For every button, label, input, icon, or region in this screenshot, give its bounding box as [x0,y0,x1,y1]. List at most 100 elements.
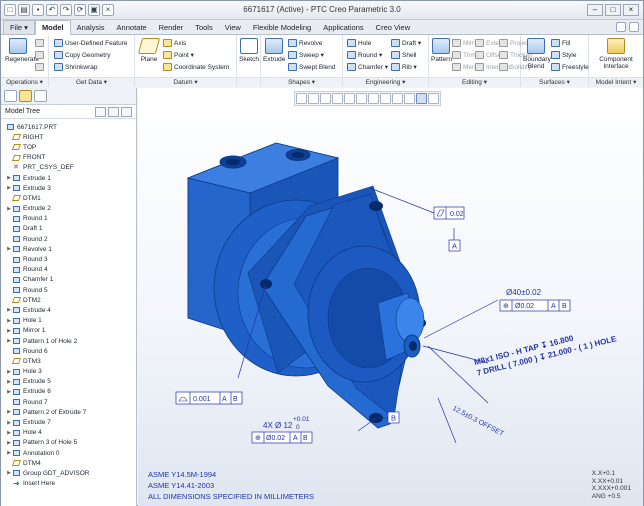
expand-arrow-icon[interactable]: ▶ [5,246,13,252]
editing-label[interactable]: Editing ▾ [429,77,520,87]
model-tree-tab-icon[interactable] [4,90,17,102]
shell-button[interactable]: Shell [391,51,416,59]
sketch-button[interactable]: Sketch [238,38,260,63]
pattern-button[interactable]: Pattern [431,38,452,63]
component-interface-button[interactable]: Component Interface [591,38,641,70]
tap-note[interactable]: M8x1 ISO - H TAP ↧ 16.800 7 DRILL ( 7.00… [473,323,618,377]
tree-filter-icon[interactable] [121,106,132,117]
expand-arrow-icon[interactable]: ▶ [5,409,13,415]
shrinkwrap-button[interactable]: Shrinkwrap [54,63,98,71]
close-icon[interactable]: × [623,4,639,16]
tree-item[interactable]: ▶ Extrude 6 [1,387,136,397]
draft-button[interactable]: Draft ▾ [391,39,421,47]
tree-item[interactable]: RIGHT [1,132,136,142]
tree-item[interactable]: DTM2 [1,295,136,305]
trim-button[interactable]: Trim [452,51,476,59]
show-menu-icon[interactable] [108,106,119,117]
expand-arrow-icon[interactable]: ▶ [5,328,13,334]
tree-item[interactable]: Round 2 [1,234,136,244]
axis-button[interactable]: Axis [163,39,186,47]
expand-arrow-icon[interactable]: ▶ [5,379,13,385]
chamfer-button[interactable]: Chamfer ▾ [347,63,388,71]
udf-button[interactable]: User-Defined Feature [54,39,128,47]
engineering-label[interactable]: Engineering ▾ [343,77,428,87]
expand-arrow-icon[interactable]: ▶ [5,369,13,375]
shapes-label[interactable]: Shapes ▾ [261,77,342,87]
copy-icon[interactable] [35,39,44,47]
tree-item[interactable]: Round 1 [1,214,136,224]
tree-item[interactable]: ✕ PRT_CSYS_DEF [1,163,136,173]
minimize-ribbon-icon[interactable] [616,22,626,32]
tab-tools[interactable]: Tools [189,21,219,34]
tree-item[interactable]: DTM3 [1,356,136,366]
expand-arrow-icon[interactable]: ▶ [5,450,13,456]
expand-arrow-icon[interactable]: ▶ [5,420,13,426]
plane-button[interactable]: Plane [137,38,161,63]
tree-item[interactable]: ▶ Extrude 5 [1,377,136,387]
tree-item[interactable]: Draft 1 [1,224,136,234]
profile-fcf[interactable]: 0.001 A B [175,391,243,405]
expand-arrow-icon[interactable]: ▶ [5,338,13,344]
tree-item[interactable]: ▶ Annotation 0 [1,448,136,458]
tab-creo-view[interactable]: Creo View [370,21,416,34]
extrude-button[interactable]: Extrude [263,38,285,63]
bore-dimension[interactable]: Ø40±0.02 [506,288,542,297]
tree-item[interactable]: Round 4 [1,265,136,275]
tab-flexible-modeling[interactable]: Flexible Modeling [247,21,317,34]
expand-arrow-icon[interactable]: ▶ [5,206,13,212]
minimize-icon[interactable]: – [587,4,603,16]
tree-item[interactable]: DTM4 [1,458,136,468]
tree-item[interactable]: ▶ Hole 1 [1,316,136,326]
tree-item[interactable]: ▶ Pattern 2 of Extrude 7 [1,407,136,417]
tree-item[interactable]: 6671617.PRT [1,122,136,132]
expand-arrow-icon[interactable]: ▶ [5,470,13,476]
tree-item[interactable]: Round 5 [1,285,136,295]
tab-file[interactable]: File ▾ [3,20,35,34]
tree-item[interactable]: ▶ Mirror 1 [1,326,136,336]
tab-analysis[interactable]: Analysis [71,21,111,34]
hole-dimension[interactable]: 4X Ø 12 +0.01 0 [263,416,310,431]
flatness-fcf[interactable]: 0.02 [433,206,465,220]
rib-button[interactable]: Rib ▾ [391,63,417,71]
boundary-blend-button[interactable]: Boundary Blend [523,38,551,70]
tree-item[interactable]: TOP [1,142,136,152]
expand-arrow-icon[interactable]: ▶ [5,440,13,446]
tab-model[interactable]: Model [34,20,71,35]
tree-item[interactable]: Chamfer 1 [1,275,136,285]
tree-item[interactable]: ▶ Pattern 1 of Hole 2 [1,336,136,346]
tree-item[interactable]: ▶ Extrude 7 [1,417,136,427]
hole-button[interactable]: Hole [347,39,371,47]
tree-item[interactable]: ▶ Extrude 4 [1,305,136,315]
surfaces-label[interactable]: Surfaces ▾ [521,77,588,87]
datum-a-tag[interactable]: A [448,239,461,252]
tree-item[interactable]: ▶ Extrude 3 [1,183,136,193]
offset-dimension[interactable]: 12.5±0.3 OFFSET [451,405,505,438]
datum-label[interactable]: Datum ▾ [135,77,236,87]
tree-item[interactable]: Round 6 [1,346,136,356]
copy-geometry-button[interactable]: Copy Geometry [54,51,111,59]
model-intent-label[interactable]: Model Intent ▾ [589,77,643,87]
favorites-tab-icon[interactable] [34,90,47,102]
swept-blend-button[interactable]: Swept Blend [288,63,336,71]
tree-item[interactable]: ▶ Revolve 1 [1,244,136,254]
style-button[interactable]: Style [551,51,576,59]
fill-button[interactable]: Fill [551,39,570,47]
freestyle-button[interactable]: Freestyle [551,63,589,71]
expand-arrow-icon[interactable]: ▶ [5,185,13,191]
tab-applications[interactable]: Applications [317,21,369,34]
expand-arrow-icon[interactable]: ▶ [5,430,13,436]
tree-item[interactable]: FRONT [1,153,136,163]
round-button[interactable]: Round ▾ [347,51,382,59]
csys-button[interactable]: Coordinate System [163,63,229,71]
tree-item[interactable]: ▶ Extrude 1 [1,173,136,183]
tree-settings-icon[interactable] [95,106,106,117]
paste-icon[interactable] [35,51,44,59]
tab-annotate[interactable]: Annotate [111,21,153,34]
bore-position-fcf[interactable]: ⊕ Ø0.02 A B [499,299,571,312]
revolve-button[interactable]: Revolve [288,39,322,47]
tree-item[interactable]: Round 3 [1,254,136,264]
expand-arrow-icon[interactable]: ▶ [5,307,13,313]
hole-position-fcf[interactable]: ⊕ Ø0.02 A B [251,431,313,444]
tree-item[interactable]: ▶ Extrude 2 [1,204,136,214]
expand-arrow-icon[interactable]: ▶ [5,389,13,395]
